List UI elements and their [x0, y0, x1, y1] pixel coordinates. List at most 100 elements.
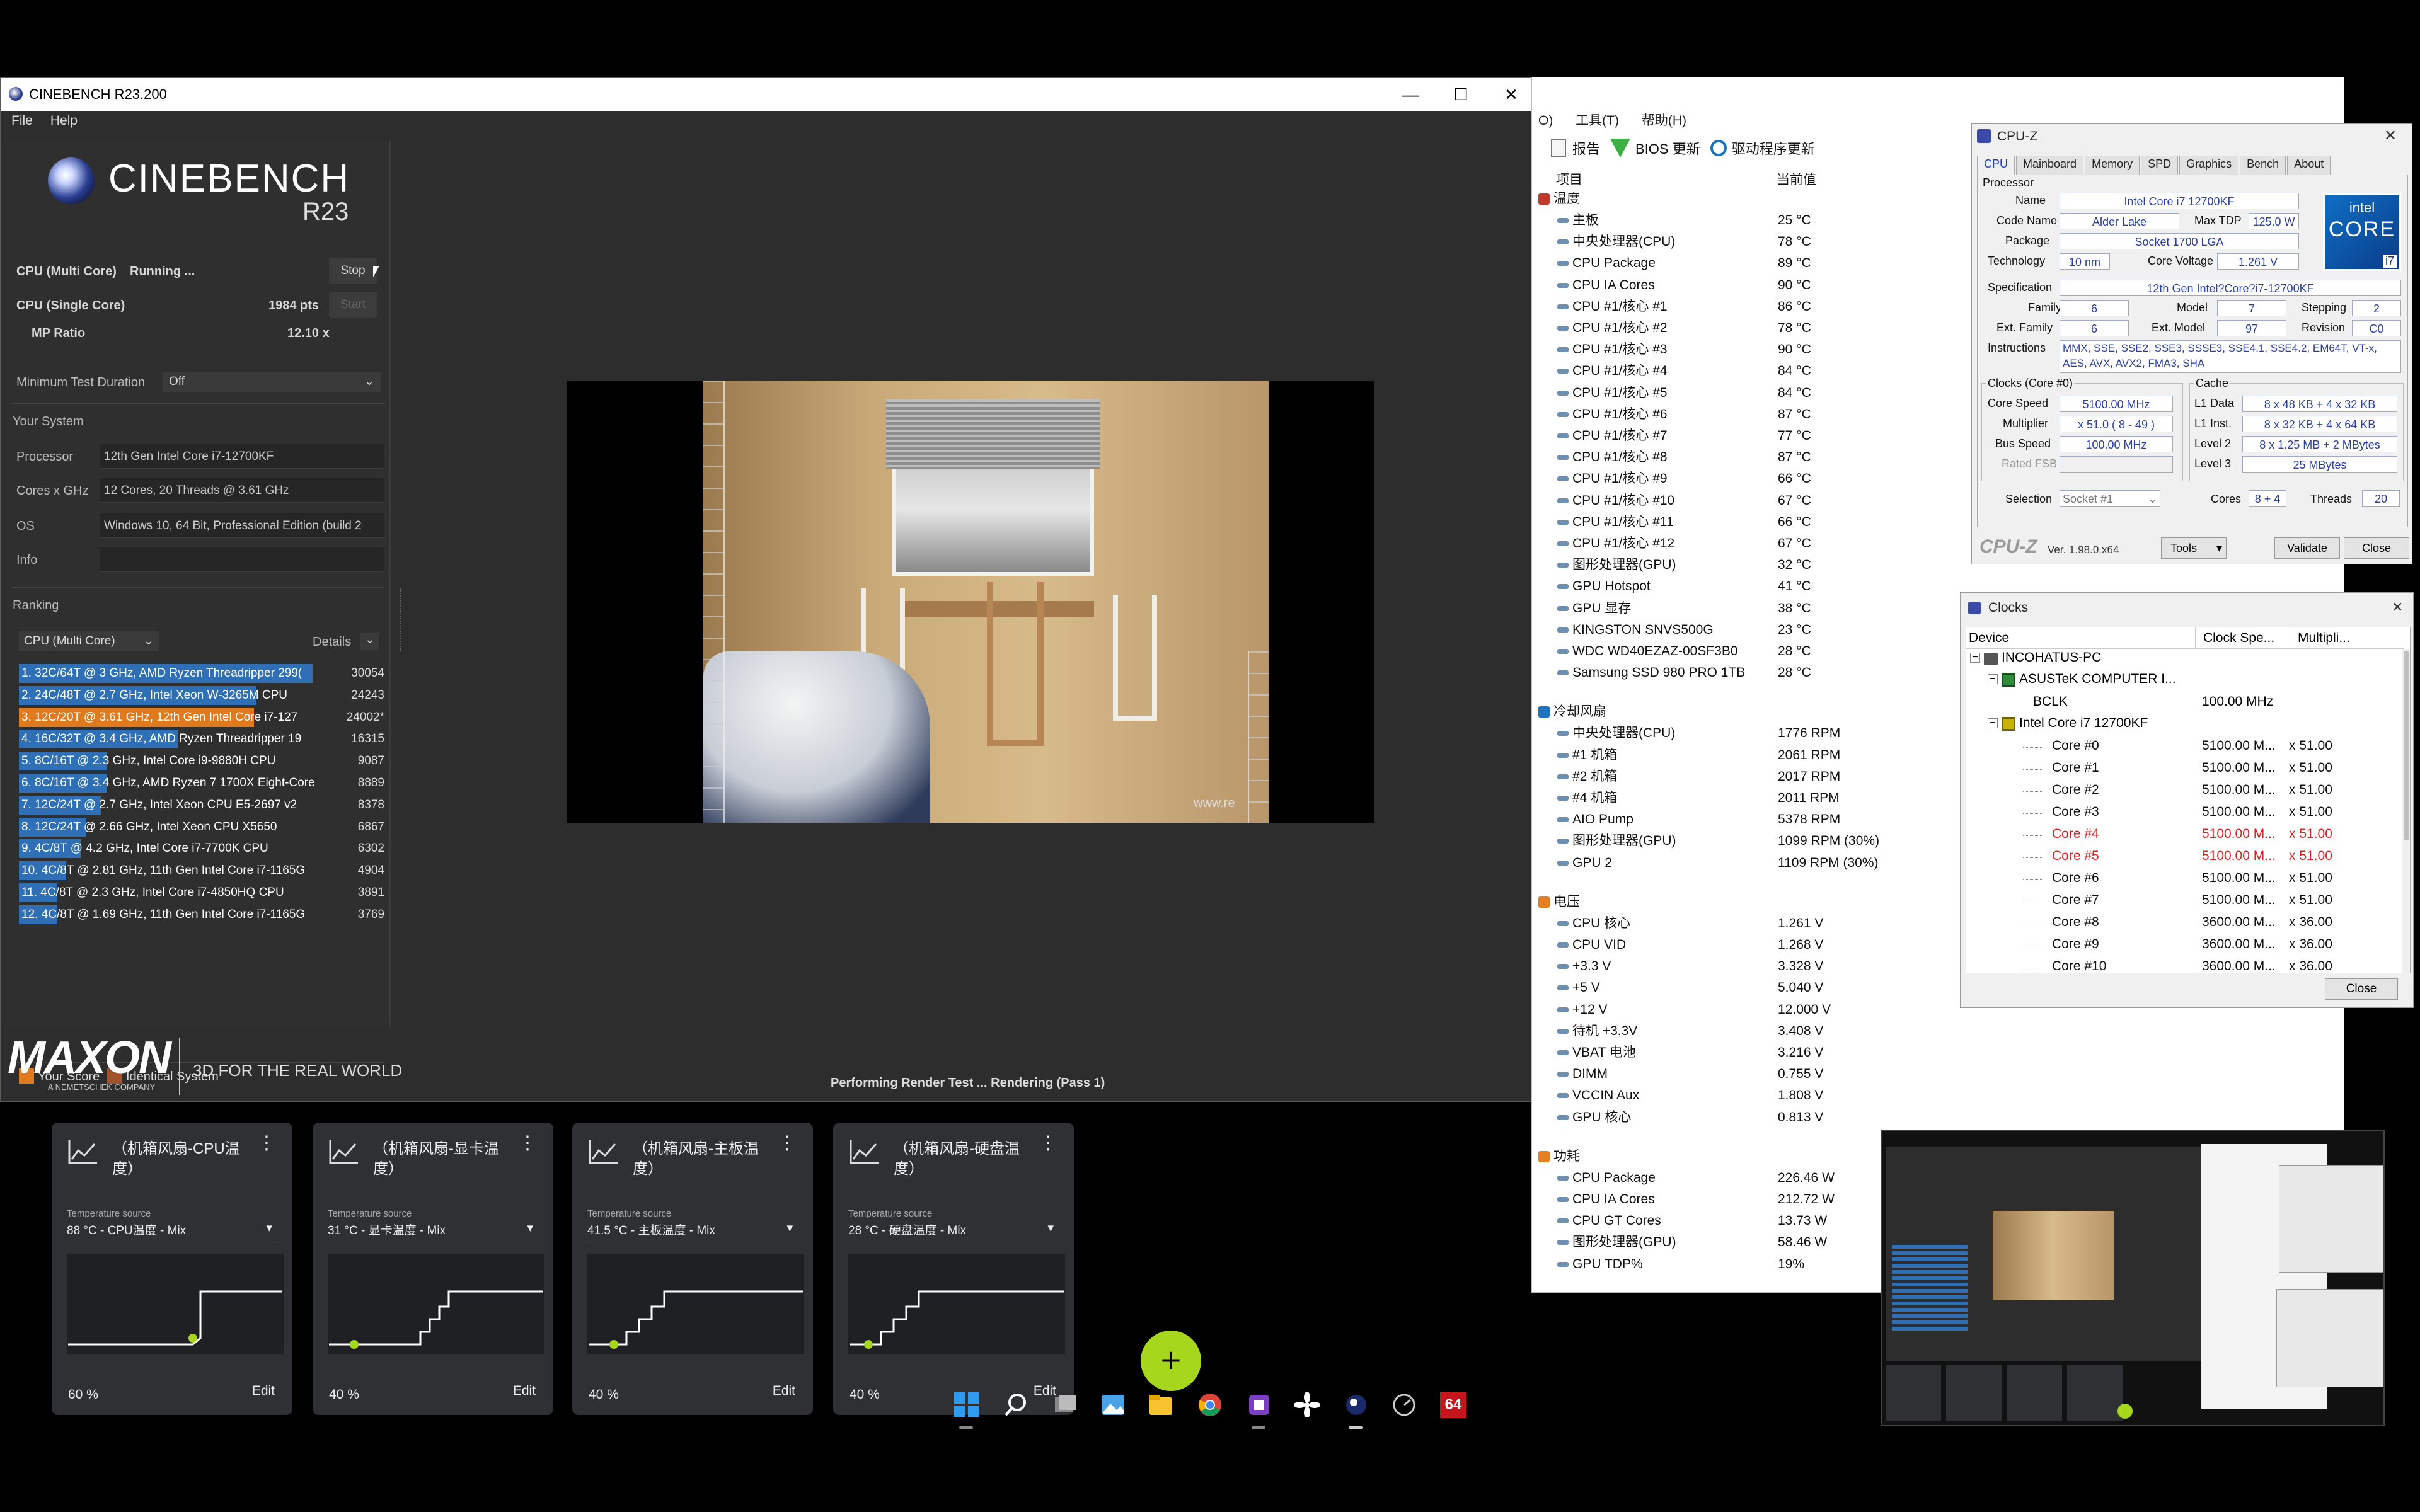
sensor-row[interactable]: CPU #1/核心 #5 [1557, 382, 1668, 404]
cpuz-tab-bench[interactable]: Bench [2240, 156, 2286, 175]
scrollbar[interactable] [2402, 649, 2410, 973]
photos-icon[interactable] [1094, 1386, 1132, 1424]
stop-button[interactable]: Stop [329, 258, 377, 284]
cpuz-tab-cpu[interactable]: CPU [1977, 156, 2015, 175]
sensor-row[interactable]: CPU VID [1557, 934, 1626, 956]
close-icon[interactable]: ✕ [2392, 599, 2403, 616]
sensor-row[interactable]: WDC WD40EZAZ-00SF3B0 [1557, 641, 1738, 662]
edit-button[interactable]: Edit [513, 1383, 536, 1399]
more-options-icon[interactable]: ⋮ [1039, 1134, 1057, 1153]
sensor-row[interactable]: #2 机箱 [1557, 766, 1617, 788]
sensor-row[interactable]: CPU #1/核心 #4 [1557, 360, 1668, 382]
ranking-row[interactable]: 5. 8C/16T @ 2.3 GHz, Intel Core i9-9880H… [19, 752, 384, 771]
sensor-row[interactable]: +5 V [1557, 977, 1600, 999]
sensor-row[interactable]: CPU #1/核心 #9 [1557, 468, 1668, 490]
sensor-row[interactable]: 中央处理器(CPU) [1557, 231, 1675, 253]
ranking-row[interactable]: 3. 12C/20T @ 3.61 GHz, 12th Gen Intel Co… [19, 707, 384, 727]
tree-expander[interactable]: − [1988, 718, 1998, 728]
sensor-row[interactable]: 图形处理器(GPU) [1557, 554, 1676, 576]
selection-select[interactable]: Socket #1 ⌄ [2060, 490, 2160, 507]
col-clock[interactable]: Clock Spe... [2196, 627, 2290, 649]
close-icon[interactable]: ✕ [2384, 127, 2397, 145]
cpuz-tab-about[interactable]: About [2287, 156, 2331, 175]
tree-expander[interactable]: − [1970, 653, 1980, 663]
temp-source-select[interactable]: 41.5 °C - 主板温度 - Mix ▾ [587, 1221, 795, 1242]
cpu-app-icon[interactable] [1240, 1386, 1278, 1424]
ranking-row[interactable]: 8. 12C/24T @ 2.66 GHz, Intel Xeon CPU X5… [19, 817, 384, 837]
file-explorer-icon[interactable] [1142, 1386, 1180, 1424]
search-icon[interactable] [997, 1386, 1035, 1424]
cpuz-tab-mainboard[interactable]: Mainboard [2016, 156, 2084, 175]
sensor-row[interactable]: CPU #1/核心 #3 [1557, 339, 1668, 360]
temp-source-select[interactable]: 28 °C - 硬盘温度 - Mix ▾ [848, 1221, 1056, 1242]
sensor-row[interactable]: +12 V [1557, 999, 1607, 1021]
temp-source-select[interactable]: 31 °C - 显卡温度 - Mix ▾ [328, 1221, 536, 1242]
bios-update-button[interactable]: BIOS 更新 [1635, 138, 1700, 158]
sensor-row[interactable]: VBAT 电池 [1557, 1042, 1636, 1063]
sensor-row[interactable]: #1 机箱 [1557, 745, 1617, 766]
validate-button[interactable]: Validate [2274, 537, 2340, 559]
ranking-row[interactable]: 9. 4C/8T @ 4.2 GHz, Intel Core i7-7700K … [19, 839, 384, 859]
cpuz-tab-memory[interactable]: Memory [2085, 156, 2140, 175]
sensor-section-header[interactable]: 温度 [1538, 188, 1580, 210]
menu-help[interactable]: 帮助(H) [1642, 113, 1686, 128]
sensor-row[interactable]: GPU TDP% [1557, 1254, 1643, 1275]
sensor-row[interactable]: KINGSTON SNVS500G [1557, 619, 1714, 641]
min-test-select[interactable]: Off ⌄ [163, 372, 381, 392]
clocks-close-button[interactable]: Close [2325, 978, 2398, 1000]
col-mult[interactable]: Multipli... [2290, 627, 2404, 649]
driver-update-button[interactable]: 驱动程序更新 [1732, 138, 1815, 158]
tree-expander[interactable]: − [1988, 674, 1998, 684]
more-options-icon[interactable]: ⋮ [257, 1134, 276, 1153]
cinebench-titlebar[interactable]: CINEBENCH R23.200 — ☐ ✕ [1, 78, 1535, 111]
sensor-section-header[interactable]: 功耗 [1538, 1146, 1580, 1167]
details-dropdown[interactable]: ⌄ [360, 633, 379, 650]
sidebar-splitter[interactable] [400, 588, 402, 651]
sensor-row[interactable]: CPU #1/核心 #6 [1557, 404, 1668, 425]
sensor-row[interactable]: +3.3 V [1557, 956, 1611, 977]
tools-button[interactable]: Tools ▾ [2161, 537, 2227, 559]
sensor-row[interactable]: GPU Hotspot [1557, 576, 1651, 597]
sensor-row[interactable]: CPU GT Cores [1557, 1210, 1661, 1232]
sensor-row[interactable]: GPU 2 [1557, 852, 1612, 874]
sensor-row[interactable]: Samsung SSD 980 PRO 1TB [1557, 662, 1745, 684]
sensor-row[interactable]: CPU #1/核心 #10 [1557, 490, 1674, 512]
sensor-row[interactable]: CPU #1/核心 #12 [1557, 533, 1674, 554]
system-value-info[interactable] [100, 547, 384, 572]
sensor-row[interactable]: CPU #1/核心 #1 [1557, 296, 1668, 318]
aida64-icon[interactable]: 64 [1434, 1386, 1472, 1424]
menu-help[interactable]: Help [50, 113, 78, 129]
sensor-row[interactable]: CPU Package [1557, 1167, 1656, 1189]
col-device[interactable]: Device [1966, 627, 2196, 649]
edit-button[interactable]: Edit [252, 1383, 275, 1399]
sensor-row[interactable]: #4 机箱 [1557, 788, 1617, 809]
chrome-icon[interactable] [1191, 1386, 1229, 1424]
sensor-row[interactable]: 中央处理器(CPU) [1557, 723, 1675, 744]
sensor-row[interactable]: CPU IA Cores [1557, 1189, 1655, 1210]
start-button[interactable]: Start [329, 292, 377, 318]
sensor-row[interactable]: CPU #1/核心 #11 [1557, 512, 1674, 533]
col-item-header[interactable]: 项目 [1556, 169, 1582, 188]
sensor-row[interactable]: CPU 核心 [1557, 913, 1630, 934]
add-fan-curve-button[interactable]: + [1141, 1331, 1201, 1391]
ranking-row[interactable]: 12. 4C/8T @ 1.69 GHz, 11th Gen Intel Cor… [19, 905, 384, 924]
ranking-row[interactable]: 6. 8C/16T @ 3.4 GHz, AMD Ryzen 7 1700X E… [19, 774, 384, 793]
temp-source-select[interactable]: 88 °C - CPU温度 - Mix ▾ [67, 1221, 275, 1242]
menu-tools[interactable]: 工具(T) [1576, 113, 1619, 128]
menu-o[interactable]: O) [1538, 113, 1553, 128]
windows-start-icon[interactable] [948, 1386, 986, 1424]
sensor-row[interactable]: 待机 +3.3V [1557, 1021, 1637, 1042]
minimize-icon[interactable]: — [1385, 78, 1436, 111]
sensor-section-header[interactable]: 电压 [1538, 891, 1580, 913]
scrollbar-thumb[interactable] [2404, 651, 2409, 840]
sensor-row[interactable]: VCCIN Aux [1557, 1085, 1639, 1106]
sensor-row[interactable]: 主板 [1557, 210, 1599, 231]
gauge-app-icon[interactable] [1385, 1386, 1423, 1424]
fan-app-icon[interactable] [1288, 1386, 1326, 1424]
menu-file[interactable]: File [11, 113, 33, 129]
sensor-row[interactable]: CPU #1/核心 #2 [1557, 318, 1668, 339]
task-view-icon[interactable] [1046, 1386, 1084, 1424]
sensor-row[interactable]: GPU 核心 [1557, 1107, 1631, 1128]
ranking-row[interactable]: 7. 12C/24T @ 2.7 GHz, Intel Xeon CPU E5-… [19, 795, 384, 815]
sensor-row[interactable]: 图形处理器(GPU) [1557, 830, 1676, 852]
